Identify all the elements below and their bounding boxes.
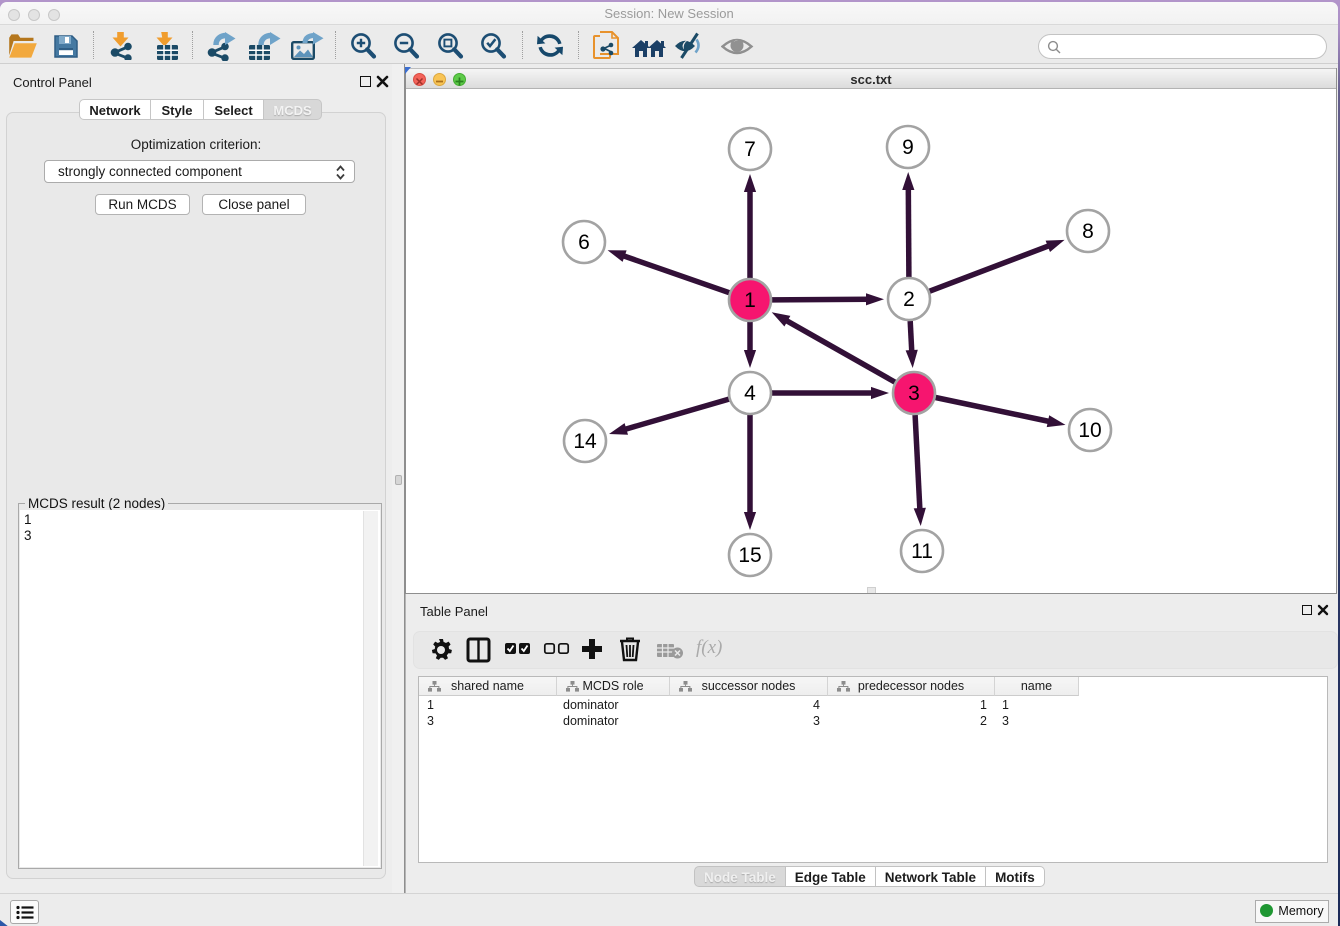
svg-text:8: 8 (1082, 220, 1094, 243)
svg-text:14: 14 (573, 430, 597, 453)
svg-text:1: 1 (744, 289, 756, 312)
svg-text:9: 9 (902, 136, 914, 159)
svg-text:6: 6 (578, 231, 590, 254)
svg-text:2: 2 (903, 288, 915, 311)
svg-text:4: 4 (744, 382, 756, 405)
svg-text:3: 3 (908, 382, 920, 405)
svg-text:10: 10 (1078, 419, 1101, 442)
svg-text:11: 11 (911, 540, 933, 563)
svg-text:15: 15 (738, 544, 761, 567)
svg-text:7: 7 (744, 138, 756, 161)
